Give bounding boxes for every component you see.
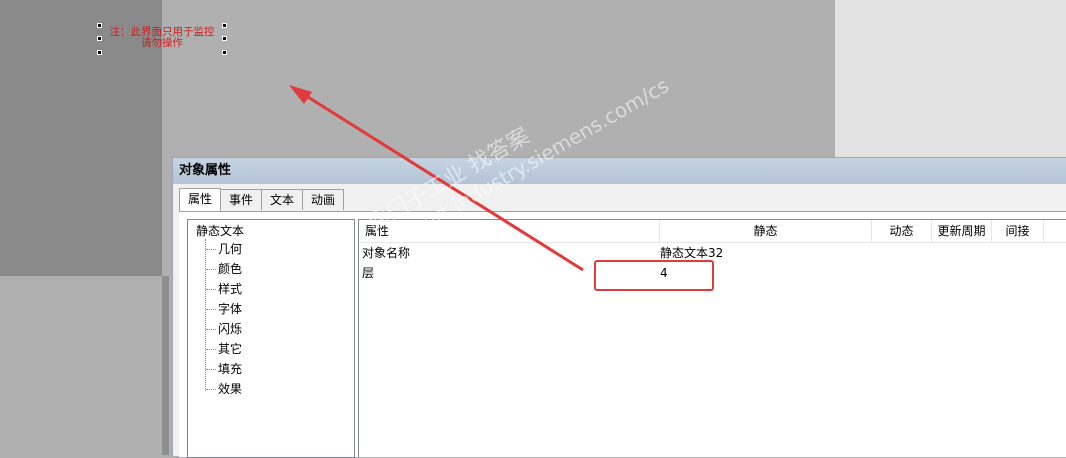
annotation-arrow xyxy=(289,85,584,272)
